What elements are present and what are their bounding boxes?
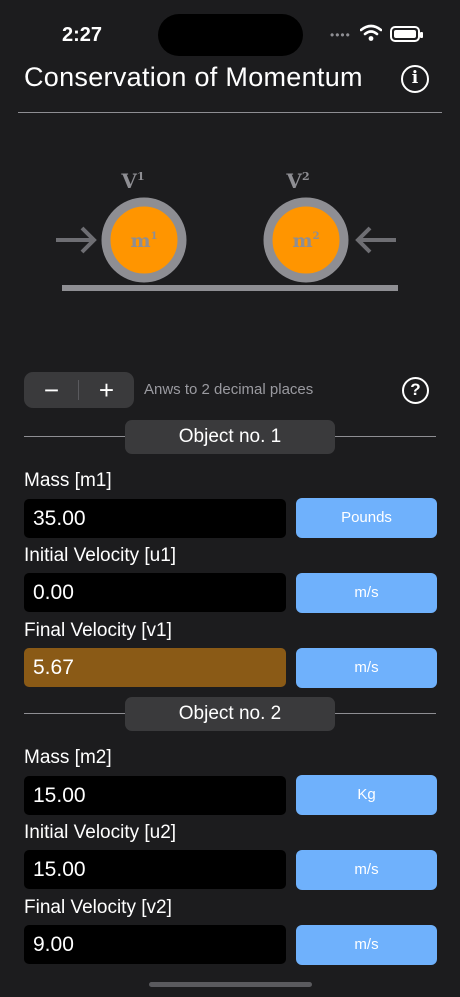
decimal-stepper[interactable]: − + [24, 372, 134, 408]
page-title: Conservation of Momentum [24, 62, 363, 92]
initial-velocity-u2-label: Initial Velocity [u2] [24, 822, 177, 843]
mass-m1-input[interactable]: 35.00 [24, 499, 286, 538]
object1-heading: Object no. 1 [125, 420, 335, 454]
mass-m1-unit-button[interactable]: Pounds [296, 498, 437, 538]
final-velocity-v1-unit-button[interactable]: m/s [296, 648, 437, 688]
v2-label: V2 [285, 169, 309, 193]
status-time: 2:27 [62, 24, 103, 46]
mass-m1-label: Mass [m1] [24, 470, 112, 491]
decrease-decimals-button[interactable]: − [24, 372, 79, 408]
dynamic-island [158, 14, 303, 56]
mass-m2-input[interactable]: 15.00 [24, 776, 286, 815]
battery-icon [390, 26, 423, 42]
initial-velocity-u1-unit-button[interactable]: m/s [296, 573, 437, 613]
ground-bar [62, 285, 398, 291]
initial-velocity-u2-input[interactable]: 15.00 [24, 850, 286, 889]
final-velocity-v2-label: Final Velocity [v2] [24, 897, 172, 918]
final-velocity-v2-unit-button[interactable]: m/s [296, 925, 437, 965]
final-velocity-v1-result[interactable]: 5.67 [24, 648, 286, 687]
status-bar: 2:27 •••• [0, 0, 460, 60]
mass-m2-label: Mass [m2] [24, 747, 112, 768]
collision-diagram: V1 V2 m1 m2 [56, 169, 398, 291]
arrow-right-icon [56, 226, 97, 254]
increase-decimals-button[interactable]: + [79, 372, 134, 408]
mass-m2-unit-button[interactable]: Kg [296, 775, 437, 815]
info-icon[interactable]: i [401, 65, 429, 93]
home-indicator[interactable] [149, 982, 312, 987]
help-icon[interactable]: ? [402, 377, 429, 404]
wifi-icon [360, 24, 382, 41]
final-velocity-v1-label: Final Velocity [v1] [24, 620, 172, 641]
v1-label: V1 [120, 169, 144, 193]
initial-velocity-u1-input[interactable]: 0.00 [24, 573, 286, 612]
initial-velocity-u2-unit-button[interactable]: m/s [296, 850, 437, 890]
header-divider [18, 112, 442, 113]
arrow-left-icon [355, 226, 396, 254]
decimal-places-label: Anws to 2 decimal places [144, 381, 314, 398]
final-velocity-v2-input[interactable]: 9.00 [24, 925, 286, 964]
object2-heading: Object no. 2 [125, 697, 335, 731]
signal-icon: •••• [330, 28, 351, 42]
initial-velocity-u1-label: Initial Velocity [u1] [24, 545, 177, 566]
